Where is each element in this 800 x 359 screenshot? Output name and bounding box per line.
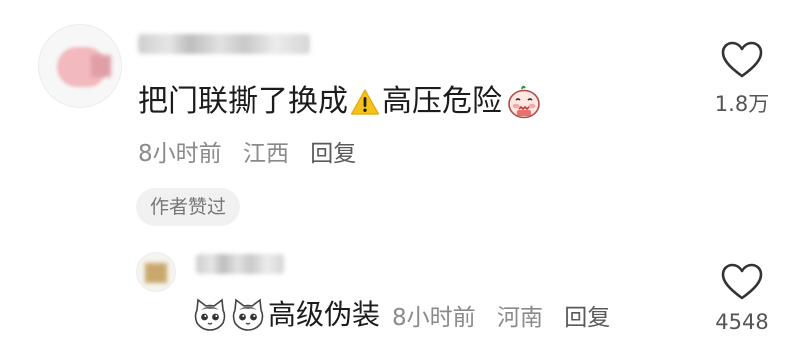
reply-username-blurred[interactable]: [196, 254, 284, 274]
cat-face-sticker-icon: [232, 298, 264, 331]
comment-time: 8小时前: [138, 141, 222, 167]
comment-text-part2: 高压危险: [382, 84, 502, 119]
cat-face-sticker-icon: [194, 298, 226, 331]
heart-icon[interactable]: [720, 262, 764, 302]
shy-face-sticker-icon: [508, 85, 540, 119]
reply-time: 8小时前: [392, 305, 476, 331]
username-blurred[interactable]: [138, 34, 310, 54]
reply-button[interactable]: 回复: [564, 305, 610, 331]
like-button[interactable]: 4548: [702, 262, 782, 334]
comment-meta: 8小时前 江西 回复: [138, 134, 370, 168]
warning-emoji-icon: [350, 89, 380, 115]
like-count: 1.8万: [714, 92, 770, 116]
comment-avatar[interactable]: [38, 24, 122, 108]
avatar-image-blurred: [145, 263, 167, 283]
comment-text-part1: 把门联撕了换成: [138, 84, 348, 119]
reply-comment[interactable]: 高级伪装 8小时前 河南 回复: [192, 295, 624, 335]
reply-location: 河南: [496, 305, 543, 331]
author-liked-badge: 作者赞过: [136, 188, 241, 226]
reply-button[interactable]: 回复: [310, 141, 356, 167]
comment-location: 江西: [242, 141, 289, 167]
reply-text: 高级伪装: [268, 298, 381, 331]
reply-avatar[interactable]: [136, 252, 176, 292]
heart-icon[interactable]: [720, 40, 764, 80]
like-count: 4548: [715, 310, 769, 334]
reply-meta: 8小时前 河南 回复: [392, 298, 624, 332]
comment-text[interactable]: 把门联撕了换成 高压危险: [138, 82, 542, 122]
avatar-image-blurred-detail: [91, 55, 111, 77]
like-button[interactable]: 1.8万: [702, 40, 782, 118]
